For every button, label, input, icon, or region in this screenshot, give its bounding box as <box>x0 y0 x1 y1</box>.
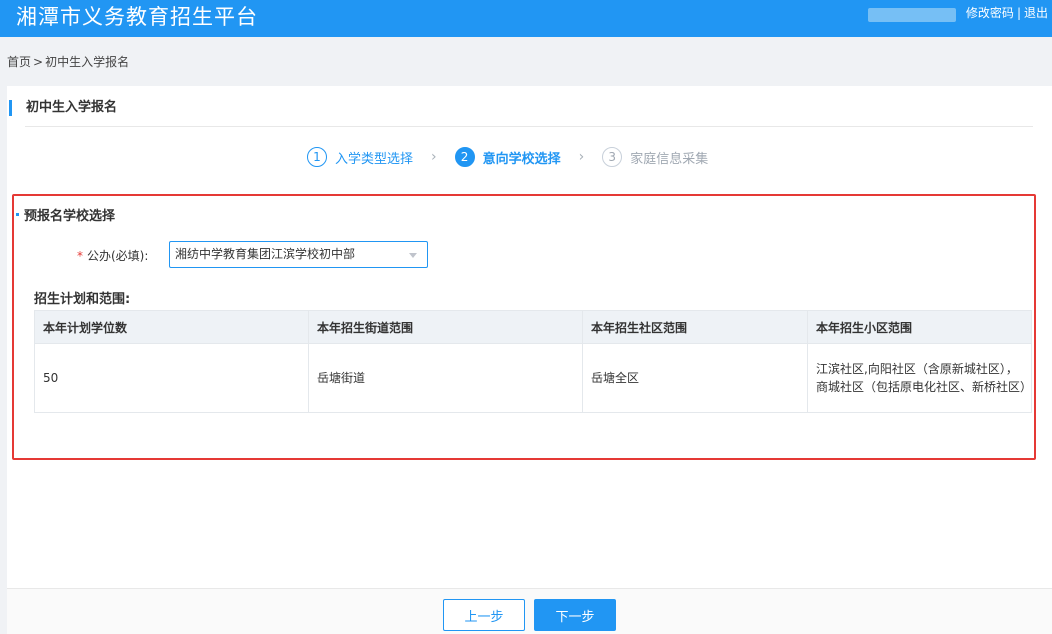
public-school-label-text: 公办(必填): <box>87 249 149 263</box>
step-3[interactable]: 3 家庭信息采集 <box>602 147 708 167</box>
breadcrumb-current: 初中生入学报名 <box>45 55 130 69</box>
panel-title: 初中生入学报名 <box>9 100 117 116</box>
user-name-blurred <box>868 8 956 22</box>
chevron-right-icon: › <box>578 149 585 165</box>
table-cell: 岳塘全区 <box>582 343 808 413</box>
breadcrumb-home[interactable]: 首页 <box>7 55 31 69</box>
prev-step-button[interactable]: 上一步 <box>443 599 525 631</box>
table-cell: 江滨社区,向阳社区（含原新城社区），商城社区（包括原电化社区、新桥社区） <box>807 343 1032 413</box>
public-school-label: * 公办(必填): <box>77 247 148 264</box>
step-1-number: 1 <box>307 147 327 167</box>
header-links: 修改密码 | 退出 <box>966 4 1048 21</box>
table-header-row: 本年计划学位数 本年招生街道范围 本年招生社区范围 本年招生小区范围 <box>34 310 1032 344</box>
bullet-icon <box>16 213 19 216</box>
step-2[interactable]: 2 意向学校选择 <box>454 147 561 167</box>
main-panel: 初中生入学报名 1 入学类型选择 › 2 意向学校选择 › 3 家庭信息采集 预… <box>7 86 1052 634</box>
breadcrumb-separator: > <box>33 55 44 69</box>
step-1-label: 入学类型选择 <box>335 151 414 167</box>
column-header: 本年计划学位数 <box>34 310 309 344</box>
step-3-label: 家庭信息采集 <box>630 151 709 167</box>
step-1[interactable]: 1 入学类型选择 <box>307 147 413 167</box>
top-bar: 湘潭市义务教育招生平台 修改密码 | 退出 <box>0 0 1052 37</box>
step-3-number: 3 <box>602 147 623 167</box>
caret-down-icon <box>409 253 417 258</box>
breadcrumb: 首页 > 初中生入学报名 <box>7 53 129 70</box>
required-mark: * <box>77 249 83 263</box>
table-cell: 50 <box>34 343 309 413</box>
school-section-title-text: 预报名学校选择 <box>24 209 116 224</box>
link-separator: | <box>1016 6 1021 20</box>
school-select-value: 湘纺中学教育集团江滨学校初中部 <box>175 247 356 261</box>
school-select[interactable]: 湘纺中学教育集团江滨学校初中部 <box>169 241 428 268</box>
plan-table: 本年计划学位数 本年招生街道范围 本年招生社区范围 本年招生小区范围 50 岳塘… <box>34 310 1032 413</box>
plan-label: 招生计划和范围: <box>34 292 131 307</box>
step-2-label: 意向学校选择 <box>482 151 561 167</box>
table-cell: 岳塘街道 <box>308 343 583 413</box>
step-indicator: 1 入学类型选择 › 2 意向学校选择 › 3 家庭信息采集 <box>307 146 708 168</box>
change-password-link[interactable]: 修改密码 <box>966 6 1014 20</box>
column-header: 本年招生社区范围 <box>582 310 808 344</box>
footer-bar <box>7 588 1052 634</box>
logout-link[interactable]: 退出 <box>1024 6 1048 20</box>
divider <box>25 126 1033 127</box>
column-header: 本年招生街道范围 <box>308 310 583 344</box>
next-step-button[interactable]: 下一步 <box>534 599 616 631</box>
step-2-number: 2 <box>454 147 475 167</box>
app-title: 湘潭市义务教育招生平台 <box>16 5 258 29</box>
chevron-right-icon: › <box>431 149 437 165</box>
school-section-title: 预报名学校选择 <box>16 205 115 224</box>
table-row: 50 岳塘街道 岳塘全区 江滨社区,向阳社区（含原新城社区），商城社区（包括原电… <box>34 343 1032 413</box>
column-header: 本年招生小区范围 <box>807 310 1032 344</box>
